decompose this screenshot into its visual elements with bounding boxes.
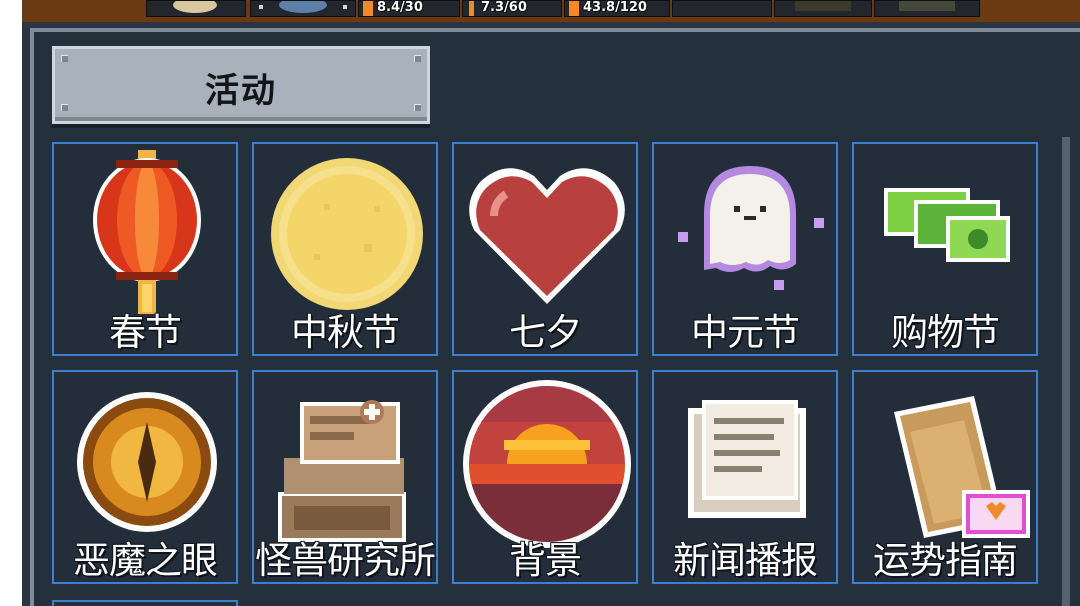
activity-label: 春节	[109, 311, 182, 354]
resource-slot-food-image	[146, 0, 246, 17]
resource-slot-bowl	[250, 0, 356, 17]
activity-tile-spring-festival[interactable]: 春节	[52, 142, 238, 356]
next-row-tile-edge	[52, 600, 238, 606]
resource-slot-empty	[672, 0, 772, 17]
activity-tile-demon-eye[interactable]: 恶魔之眼	[52, 370, 238, 584]
resource-energy: 7.3/60	[462, 0, 562, 17]
activity-tile-shopping-festival[interactable]: 购物节	[852, 142, 1038, 356]
activity-label: 中元节	[691, 311, 800, 354]
panel-title: 活动	[205, 71, 277, 111]
activities-panel: 活动 春节 中秋节 七夕 中元节 购物节 恶魔之眼 怪兽研究所 背景 新闻播报 …	[22, 22, 1080, 606]
stamina-icon	[569, 1, 579, 16]
activity-label: 购物节	[891, 311, 1000, 354]
activity-label: 中秋节	[291, 311, 400, 354]
activity-tile-mid-autumn[interactable]: 中秋节	[252, 142, 438, 356]
resource-bar: 8.4/30 7.3/60 43.8/120	[22, 0, 1080, 22]
rivet-icon	[414, 55, 421, 62]
resource-food-value: 8.4/30	[377, 0, 423, 15]
resource-energy-value: 7.3/60	[481, 0, 527, 15]
activity-tile-ghost-festival[interactable]: 中元节	[652, 142, 838, 356]
scrollbar[interactable]	[1062, 137, 1070, 606]
activity-label: 运势指南	[873, 539, 1018, 582]
activity-label: 七夕	[509, 311, 582, 354]
resource-food: 8.4/30	[358, 0, 460, 17]
activity-tile-qixi[interactable]: 七夕	[452, 142, 638, 356]
meat-icon	[363, 1, 373, 16]
activity-label: 新闻播报	[673, 539, 818, 582]
energy-icon	[469, 1, 474, 16]
activity-tile-news[interactable]: 新闻播报	[652, 370, 838, 584]
resource-stamina: 43.8/120	[564, 0, 670, 17]
activity-label: 怪兽研究所	[255, 539, 436, 582]
resource-slot-item-a	[774, 0, 872, 17]
activity-tile-fortune[interactable]: 运势指南	[852, 370, 1038, 584]
activity-tile-monster-lab[interactable]: 怪兽研究所	[252, 370, 438, 584]
activity-tile-background[interactable]: 背景	[452, 370, 638, 584]
activity-label: 恶魔之眼	[73, 539, 218, 582]
activity-label: 背景	[509, 539, 582, 582]
panel-title-plate: 活动	[52, 46, 430, 124]
resource-slot-item-b	[874, 0, 980, 17]
resource-stamina-value: 43.8/120	[583, 0, 647, 15]
rivet-icon	[61, 55, 68, 62]
